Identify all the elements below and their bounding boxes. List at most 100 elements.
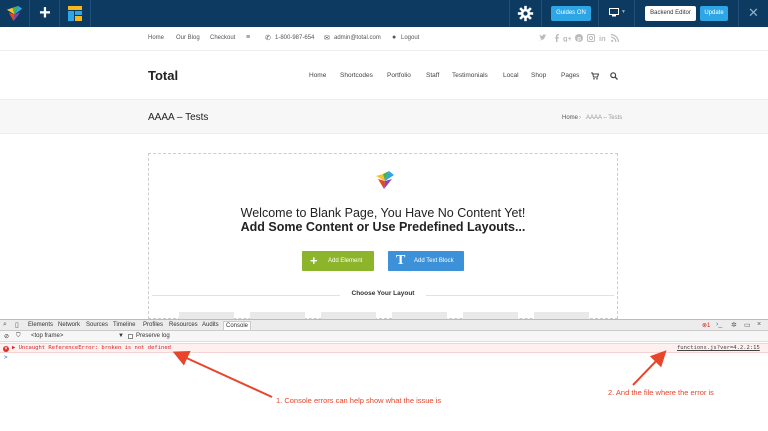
devtools-tab-console[interactable]: Console <box>223 321 252 330</box>
pinterest-icon[interactable]: p <box>575 34 583 42</box>
menu-icon[interactable]: ≡ <box>246 34 250 41</box>
site-logo[interactable]: Total <box>148 68 178 83</box>
console-error-row: × ▶ Uncaught ReferenceError: broken is n… <box>0 343 768 353</box>
device-mode-icon[interactable]: ▯ <box>15 321 19 329</box>
annotation-note-2: 2. And the file where the error is <box>608 388 714 397</box>
layout-thumbnail[interactable] <box>463 312 518 319</box>
main-nav-home[interactable]: Home <box>309 72 326 79</box>
topbar-logout-link[interactable]: Logout <box>401 35 419 41</box>
email-icon: ✉ <box>324 35 330 42</box>
backend-editor-button[interactable]: Backend Editor <box>645 6 696 21</box>
layout-thumbnail[interactable] <box>179 312 234 319</box>
error-count-badge[interactable]: ⊗1 <box>702 322 710 329</box>
chevron-down-icon[interactable]: ▼ <box>621 9 626 15</box>
main-nav-staff[interactable]: Staff <box>426 72 439 79</box>
templates-icon[interactable] <box>68 6 82 21</box>
chevron-down-icon[interactable]: ▼ <box>118 333 124 339</box>
cart-icon[interactable] <box>591 72 599 80</box>
svg-text:p: p <box>577 36 581 42</box>
main-nav-local[interactable]: Local <box>503 72 519 79</box>
annotation-arrow-2 <box>632 350 667 386</box>
layout-thumbnail[interactable] <box>534 312 589 319</box>
guides-toggle-button[interactable]: Guides ON <box>551 6 591 21</box>
devtools-tab-sources[interactable]: Sources <box>86 322 108 328</box>
devtools-tab-timeline[interactable]: Timeline <box>113 322 135 328</box>
toolbar-divider <box>59 0 60 27</box>
layout-thumbnail[interactable] <box>321 312 376 319</box>
layout-thumbnail[interactable] <box>392 312 447 319</box>
filter-icon[interactable]: ⛉ <box>16 333 21 340</box>
page-header: AAAA – Tests Home › AAAA – Tests <box>0 99 768 134</box>
add-element-button[interactable]: + Add Element <box>302 251 374 271</box>
devtools-tab-network[interactable]: Network <box>58 322 80 328</box>
site-header: Total Home Shortcodes Portfolio Staff Te… <box>0 52 768 99</box>
close-icon[interactable]: ✕ <box>748 6 759 19</box>
toolbar-divider <box>634 0 635 27</box>
user-icon: ● <box>392 34 397 41</box>
linkedin-icon[interactable]: in <box>599 34 607 42</box>
console-filter-bar: ⊘ ⛉ <top frame> ▼ Preserve log <box>0 331 768 342</box>
error-source-link[interactable]: functions.js?ver=4.2.2:15 <box>677 345 760 351</box>
layout-thumbnail[interactable] <box>250 312 305 319</box>
clear-console-icon[interactable]: ⊘ <box>4 333 9 340</box>
annotation-arrow-1 <box>172 351 273 398</box>
preserve-log-label: Preserve log <box>136 333 170 339</box>
topbar-link-blog[interactable]: Our Blog <box>176 35 200 41</box>
preserve-log-checkbox[interactable] <box>128 334 133 339</box>
breadcrumb-home[interactable]: Home <box>562 115 578 121</box>
devtools-tab-profiles[interactable]: Profiles <box>143 322 163 328</box>
devtools-tab-elements[interactable]: Elements <box>28 322 53 328</box>
add-text-block-label: Add Text Block <box>414 258 454 264</box>
drawer-icon[interactable]: ›_ <box>716 321 722 328</box>
devtools-close-icon[interactable]: × <box>757 321 761 328</box>
phone-icon: ✆ <box>265 35 271 42</box>
breadcrumb-current: AAAA – Tests <box>586 115 623 121</box>
svg-text:in: in <box>599 34 606 42</box>
topbar-link-checkout[interactable]: Checkout <box>210 35 235 41</box>
rss-icon[interactable] <box>611 34 619 42</box>
instagram-icon[interactable] <box>587 34 595 42</box>
search-icon[interactable] <box>610 72 618 80</box>
devtools-tab-bar: ⌕ ▯ Elements Network Sources Timeline Pr… <box>0 319 768 331</box>
devtools-tab-audits[interactable]: Audits <box>202 322 219 328</box>
breadcrumb-separator: › <box>579 115 581 121</box>
toolbar-divider <box>738 0 739 27</box>
main-nav-testimonials[interactable]: Testimonials <box>452 72 488 79</box>
monitor-icon[interactable] <box>609 8 619 17</box>
twitter-icon[interactable] <box>539 34 547 42</box>
google-plus-icon[interactable]: g+ <box>563 34 571 42</box>
error-message-text: Uncaught ReferenceError: broken is not d… <box>18 345 171 351</box>
toolbar-divider <box>509 0 510 27</box>
update-button[interactable]: Update <box>700 6 728 21</box>
devtools-tab-resources[interactable]: Resources <box>169 322 198 328</box>
dock-icon[interactable]: ▭ <box>744 321 751 329</box>
toolbar-divider <box>90 0 91 27</box>
blank-page-heading: Welcome to Blank Page, You Have No Conte… <box>240 206 526 220</box>
topbar-phone: 1-800-987-654 <box>275 35 315 41</box>
add-text-block-button[interactable]: T Add Text Block <box>388 251 464 271</box>
main-nav-pages[interactable]: Pages <box>561 72 579 79</box>
main-nav-shop[interactable]: Shop <box>531 72 546 79</box>
main-nav-shortcodes[interactable]: Shortcodes <box>340 72 373 79</box>
topbar-email[interactable]: admin@total.com <box>334 35 381 41</box>
choose-layout-heading: Choose Your Layout <box>340 290 426 297</box>
svg-text:g+: g+ <box>563 34 571 42</box>
toolbar-divider <box>598 0 599 27</box>
devtools-settings-icon[interactable]: ✲ <box>731 321 737 329</box>
error-message[interactable]: ▶ Uncaught ReferenceError: broken is not… <box>12 345 171 351</box>
add-element-label: Add Element <box>328 258 363 264</box>
toolbar-divider <box>541 0 542 27</box>
toolbar-divider <box>29 0 30 27</box>
inspect-icon[interactable]: ⌕ <box>3 321 7 329</box>
topbar-link-home[interactable]: Home <box>148 35 164 41</box>
gear-icon[interactable] <box>517 5 534 22</box>
add-element-icon[interactable]: + <box>36 3 54 23</box>
page-title: AAAA – Tests <box>148 112 209 123</box>
error-icon: × <box>3 346 9 352</box>
frame-selector[interactable]: <top frame> <box>31 333 63 339</box>
main-nav-portfolio[interactable]: Portfolio <box>387 72 411 79</box>
vc-logo-icon[interactable] <box>5 4 24 23</box>
console-prompt[interactable]: > <box>4 354 8 361</box>
facebook-icon[interactable] <box>553 34 561 42</box>
vc-logo-icon <box>376 171 394 189</box>
